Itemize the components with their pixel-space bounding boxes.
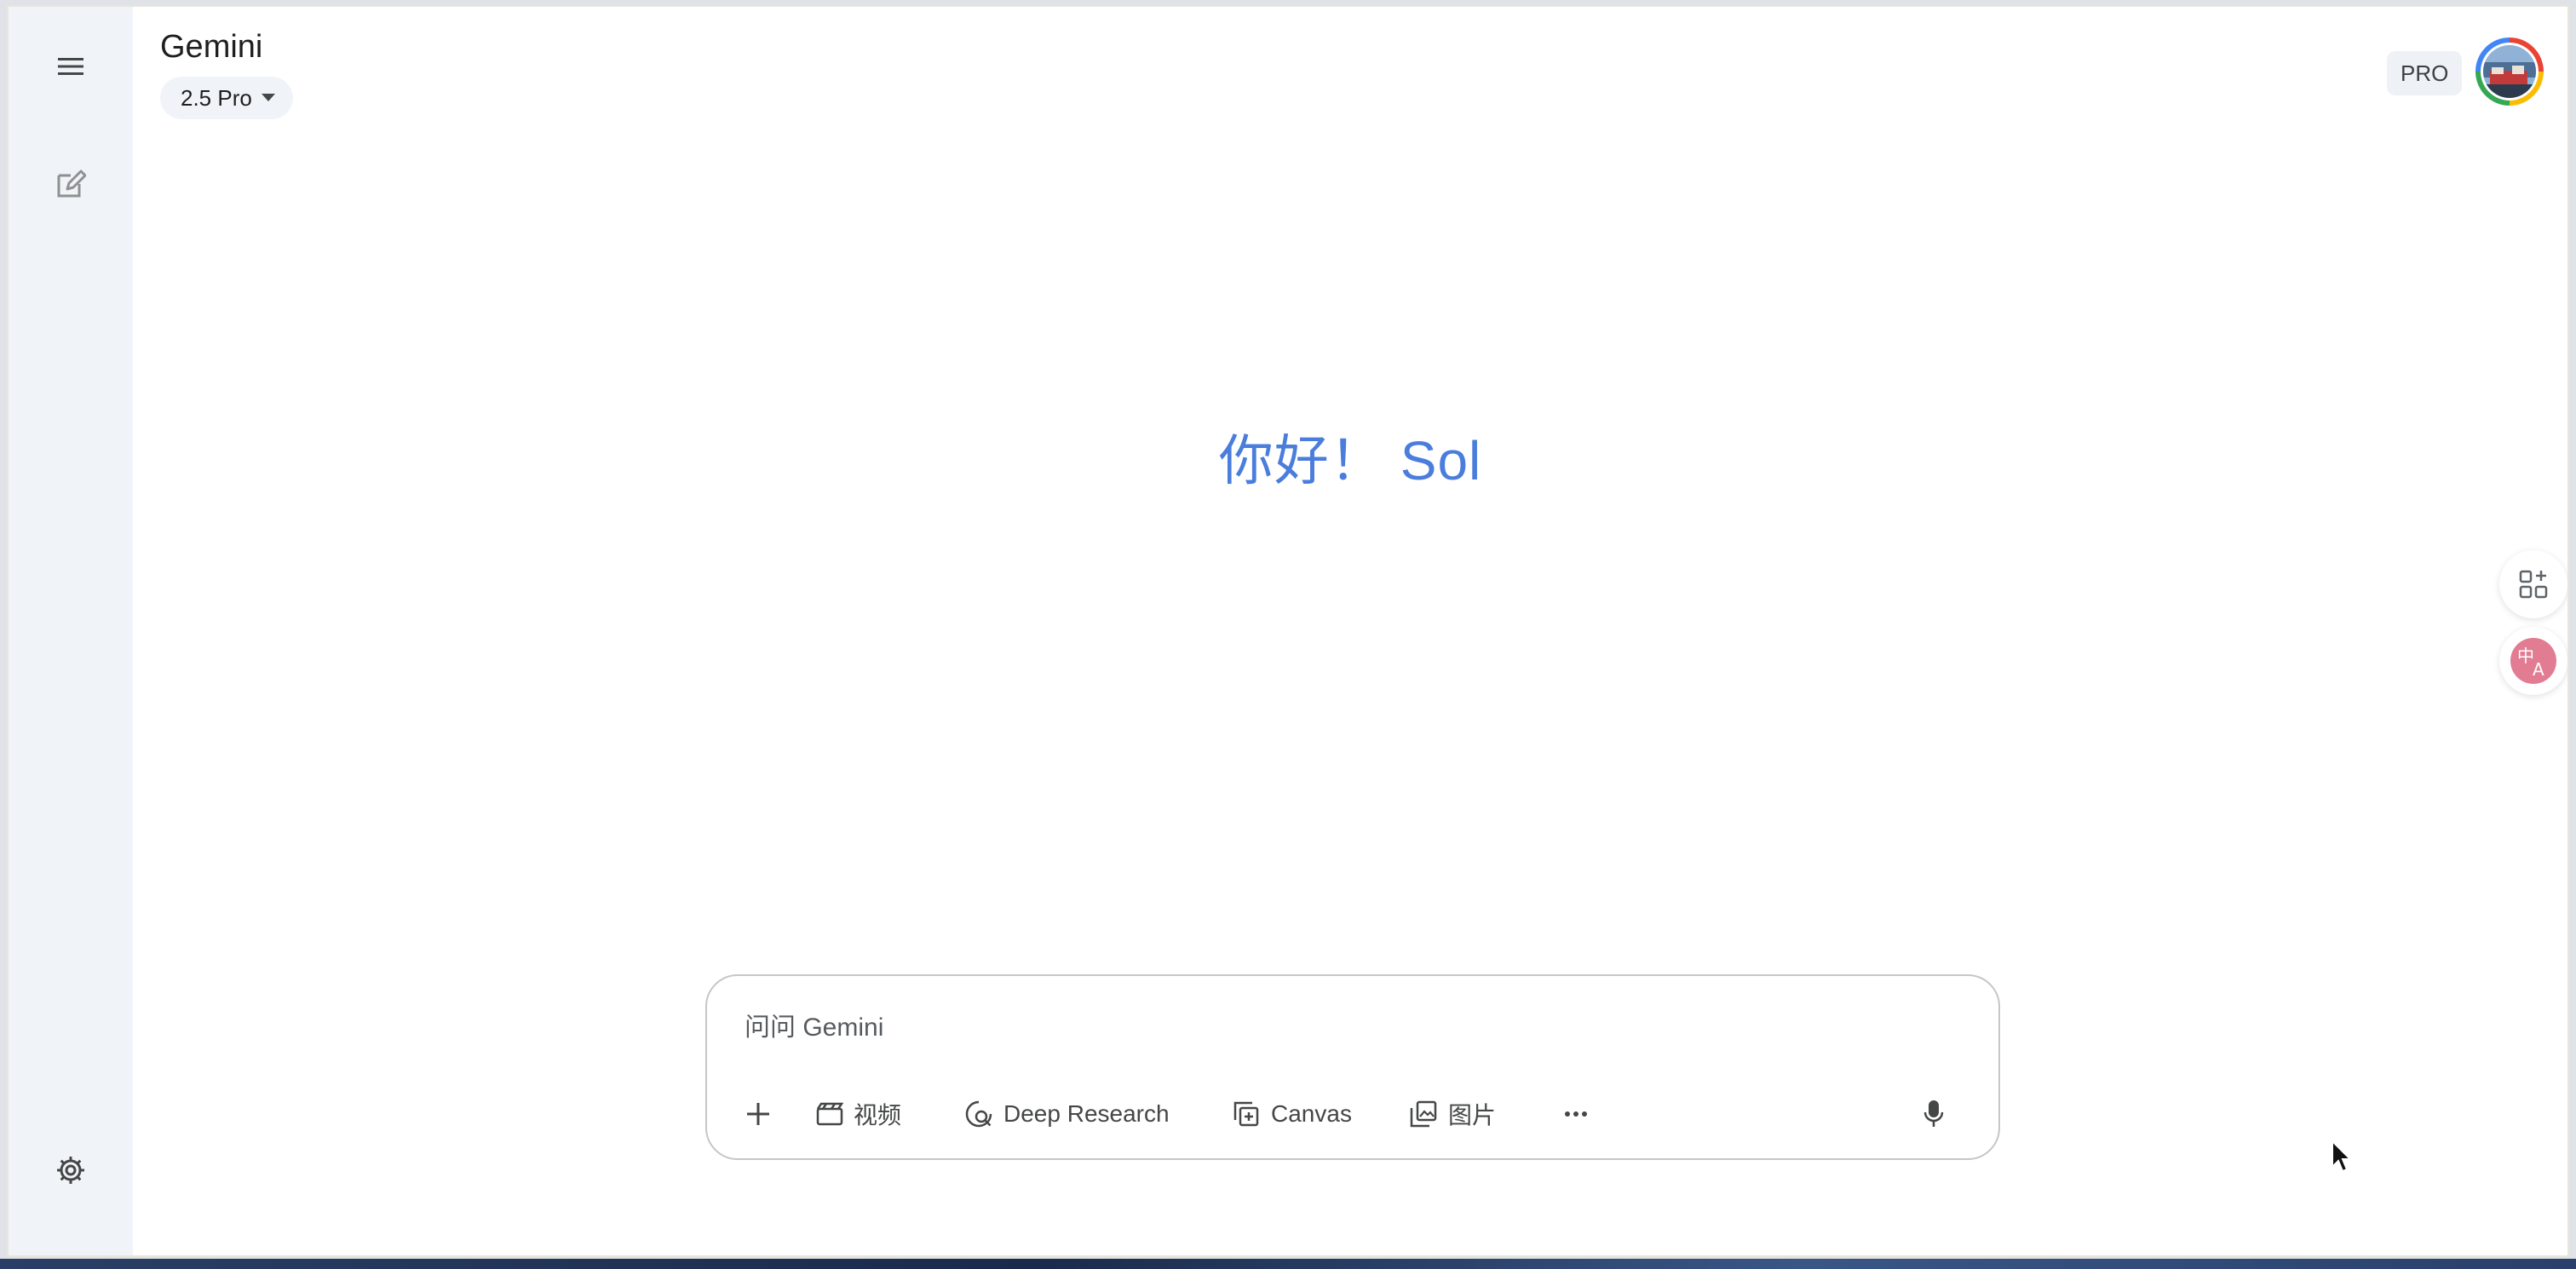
new-chat-button[interactable] [40,153,101,215]
menu-button[interactable] [40,36,101,97]
model-label: 2.5 Pro [181,84,252,111]
plus-icon [747,1103,769,1125]
tool-image-label: 图片 [1448,1102,1497,1128]
avatar-image [2481,43,2539,100]
edit-icon [57,169,86,198]
tool-canvas-label: Canvas [1271,1100,1352,1127]
caret-down-icon [261,94,275,101]
mouse-cursor-icon [2332,1140,2353,1173]
settings-button[interactable] [40,1140,101,1201]
canvas-icon [1233,1101,1259,1127]
browser-window: Gemini 2.5 Pro PRO 你好！ Sol 中 A 问问 Gemini… [7,5,2569,1257]
translate-icon: 中 A [2510,638,2556,684]
apps-sparkle-icon [2519,570,2548,599]
tool-canvas[interactable]: Canvas [1232,1090,1352,1138]
sidebar [9,7,133,1255]
add-button[interactable] [734,1090,782,1138]
svg-text:A: A [2533,659,2544,680]
greeting: 你好！ Sol [9,417,2567,496]
app-title: Gemini [160,29,263,65]
prompt-composer: 视频 Deep Research Canvas 图片 [705,974,2000,1160]
settings-gear-icon [57,1157,84,1184]
tool-image[interactable]: 图片 [1409,1090,1496,1138]
pro-badge[interactable]: PRO [2387,51,2463,95]
tool-deep-research[interactable]: Deep Research [964,1090,1170,1138]
more-tools-button[interactable] [1552,1090,1600,1138]
video-clapper-icon [816,1102,843,1126]
tool-deep-research-label: Deep Research [1003,1100,1170,1127]
apps-button[interactable] [2499,550,2567,618]
image-gallery-icon [1410,1100,1437,1128]
menu-icon [58,58,83,75]
tool-video-label: 视频 [854,1102,902,1128]
translate-button[interactable]: 中 A [2499,627,2567,695]
prompt-input[interactable] [743,1008,1854,1048]
desktop-background [0,1259,2576,1269]
deep-research-icon [965,1100,992,1128]
more-horizontal-icon [1565,1111,1587,1117]
tool-video[interactable]: 视频 [816,1090,901,1138]
microphone-button[interactable] [1910,1090,1958,1138]
greeting-hello: 你好！ [1218,430,1385,491]
account-avatar[interactable] [2475,37,2544,106]
model-selector[interactable]: 2.5 Pro [160,77,293,119]
microphone-icon [1923,1100,1944,1127]
svg-text:中: 中 [2517,646,2534,666]
greeting-user-name: Sol [1400,430,1482,491]
